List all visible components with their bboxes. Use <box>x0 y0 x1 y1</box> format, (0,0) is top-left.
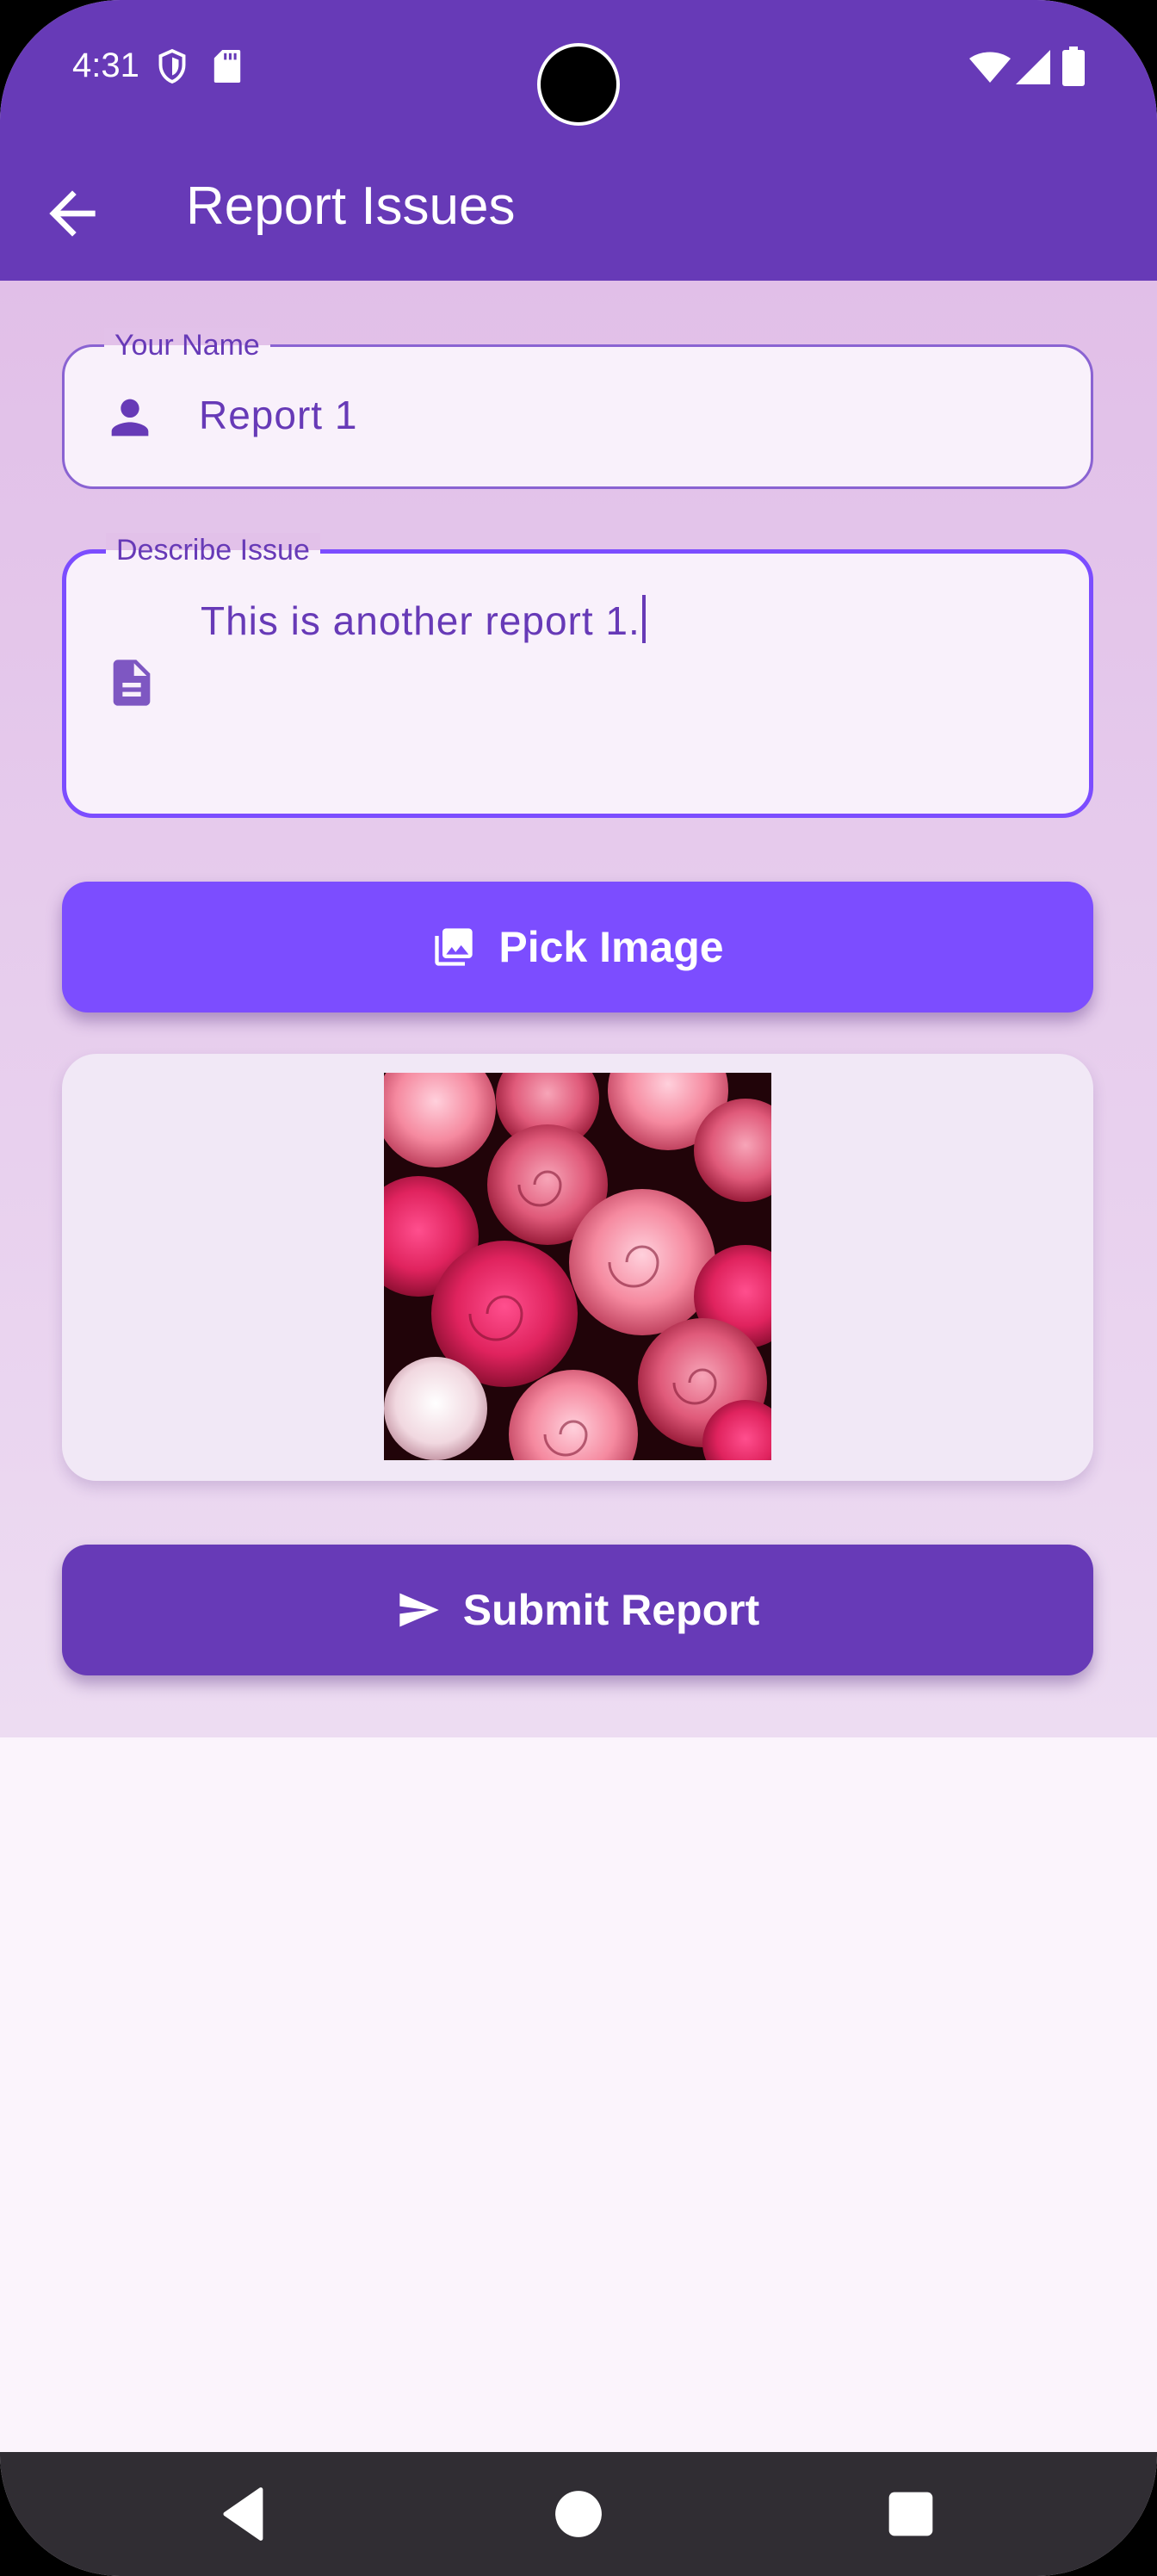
pick-image-label: Pick Image <box>498 923 724 971</box>
app-bar: Report Issues <box>0 146 1157 281</box>
submit-report-button[interactable]: Submit Report <box>62 1545 1093 1675</box>
nav-recents-icon[interactable] <box>878 2481 944 2547</box>
name-field-value: Report 1 <box>199 393 358 437</box>
wifi-icon <box>969 52 1011 83</box>
name-field-label: Your Name <box>104 328 270 362</box>
describe-issue-label: Describe Issue <box>106 533 320 567</box>
name-field[interactable]: Your Name Report 1 <box>62 328 1093 489</box>
send-icon <box>399 1593 439 1627</box>
describe-issue-value: This is another report 1. <box>201 595 646 644</box>
nav-back-icon[interactable] <box>212 2481 277 2547</box>
nav-home-icon[interactable] <box>546 2481 611 2547</box>
camera-cutout <box>537 43 620 126</box>
shield-icon <box>158 48 186 84</box>
person-icon <box>111 399 149 437</box>
phone-screen: 4:31 Report Issues Your Name Report 1 De… <box>0 0 1157 2576</box>
status-time: 4:31 <box>72 46 139 84</box>
describe-issue-text: This is another report 1. <box>201 598 640 643</box>
battery-icon <box>1062 46 1085 86</box>
back-arrow-icon[interactable] <box>38 179 107 248</box>
submit-report-label: Submit Report <box>462 1586 760 1634</box>
sd-card-icon <box>213 50 241 83</box>
document-icon <box>113 659 151 706</box>
page-title: Report Issues <box>186 176 516 236</box>
rose-image <box>384 1073 771 1460</box>
image-preview-card <box>62 1054 1093 1481</box>
text-cursor <box>641 595 646 643</box>
describe-issue-field[interactable]: Describe Issue This is another report 1. <box>62 533 1093 818</box>
pick-image-button[interactable]: Pick Image <box>62 882 1093 1012</box>
cell-signal-icon <box>1016 50 1050 84</box>
system-nav-bar <box>0 2452 1157 2576</box>
preview-image <box>384 1073 771 1460</box>
image-icon <box>435 928 473 966</box>
